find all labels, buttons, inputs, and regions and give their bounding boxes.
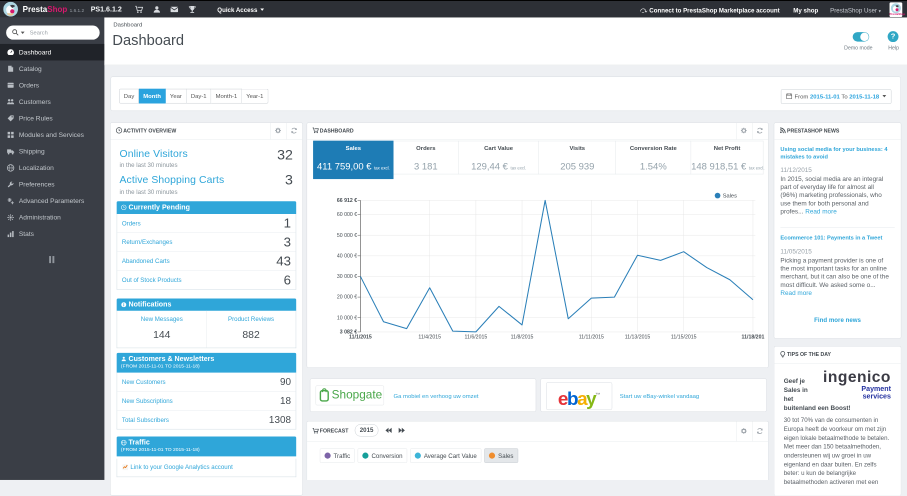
svg-text:10 000 €: 10 000 € (337, 315, 357, 321)
svg-text:20 000 €: 20 000 € (337, 295, 357, 301)
svg-text:11/1/2015: 11/1/2015 (349, 335, 372, 341)
svg-text:66 912 €: 66 912 € (337, 198, 357, 204)
svg-text:11/13/2015: 11/13/2015 (625, 335, 651, 341)
svg-text:11/8/2015: 11/8/2015 (511, 335, 534, 341)
svg-text:50 000 €: 50 000 € (337, 233, 357, 239)
svg-text:11/11/2015: 11/11/2015 (579, 335, 604, 341)
svg-text:40 000 €: 40 000 € (337, 254, 357, 260)
svg-text:11/4/2015: 11/4/2015 (418, 335, 441, 341)
svg-text:30 000 €: 30 000 € (337, 274, 357, 280)
svg-text:Sales: Sales (723, 193, 737, 199)
svg-text:11/6/2015: 11/6/2015 (465, 335, 488, 341)
svg-text:11/18/201: 11/18/201 (742, 335, 765, 341)
svg-text:60 000 €: 60 000 € (337, 212, 357, 218)
svg-text:11/15/2015: 11/15/2015 (671, 335, 697, 341)
